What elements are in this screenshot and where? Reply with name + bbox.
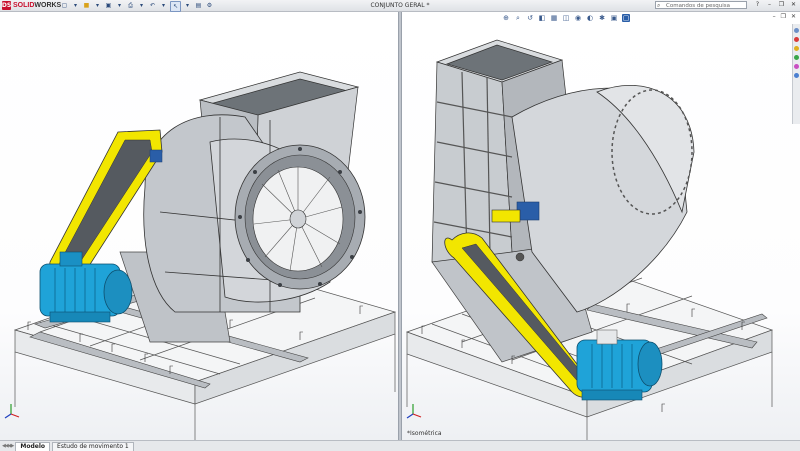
minimize-icon[interactable]: – xyxy=(766,1,773,8)
hide-show-icon[interactable]: ◐ xyxy=(586,14,594,22)
title-bar: DS SOLIDWORKS ▢ ▾ ■ ▾ ▣ ▾ ⎙ ▾ ↶ ▾ ↖ ▾ ▤ … xyxy=(0,0,800,12)
viewport-close-icon[interactable]: ✕ xyxy=(791,13,796,20)
heads-up-view-toolbar: ⊕ ⌕ ↺ ◧ ▦ ◫ ◉ ◐ ✱ ▣ ▢ xyxy=(502,14,630,22)
graphics-area-left[interactable] xyxy=(0,12,398,440)
graphics-area-right[interactable]: ⊕ ⌕ ↺ ◧ ▦ ◫ ◉ ◐ ✱ ▣ ▢ – ❐ ✕ *Isométrica xyxy=(402,12,800,440)
appearances-icon[interactable] xyxy=(794,64,799,69)
reference-triad-right xyxy=(406,404,422,419)
view-settings-icon[interactable]: ▢ xyxy=(622,14,630,22)
viewport-window-controls: – ❐ ✕ xyxy=(773,13,796,20)
design-library-icon[interactable] xyxy=(794,37,799,42)
custom-properties-icon[interactable] xyxy=(794,73,799,78)
inlet-cone xyxy=(234,144,366,290)
file-explorer-icon[interactable] xyxy=(794,46,799,51)
zoom-fit-icon[interactable]: ⊕ xyxy=(502,14,510,22)
bearing-housing xyxy=(149,149,163,163)
view-palette-icon[interactable] xyxy=(794,55,799,60)
reference-triad-left xyxy=(4,404,20,419)
scene-icon[interactable]: ▣ xyxy=(610,14,618,22)
task-pane-tabs xyxy=(792,24,800,124)
search-placeholder: Comandos de pesquisa xyxy=(666,3,730,9)
viewport-minimize-icon[interactable]: – xyxy=(773,13,776,20)
bottom-tab-bar: ◀◀◀▶ Modelo Estudo de movimento 1 xyxy=(0,440,800,451)
previous-view-icon[interactable]: ↺ xyxy=(526,14,534,22)
edit-appearance-icon[interactable]: ✱ xyxy=(598,14,606,22)
viewport-restore-icon[interactable]: ❐ xyxy=(781,13,786,20)
tab-model[interactable]: Modelo xyxy=(15,441,51,451)
close-icon[interactable]: ✕ xyxy=(790,1,797,8)
search-commands-input[interactable]: ⌕ Comandos de pesquisa xyxy=(655,1,747,9)
zoom-area-icon[interactable]: ⌕ xyxy=(514,14,522,22)
tab-scroll-arrows-icon[interactable]: ◀◀◀▶ xyxy=(2,443,14,449)
display-style-icon[interactable]: ◉ xyxy=(574,14,582,22)
window-controls: ? – ❐ ✕ xyxy=(754,1,797,8)
view-orientation-label: *Isométrica xyxy=(407,430,442,437)
fan-assembly-model-right[interactable] xyxy=(402,12,800,440)
tab-motion-study-1[interactable]: Estudo de movimento 1 xyxy=(52,441,134,451)
restore-icon[interactable]: ❐ xyxy=(778,1,785,8)
shaft-hole xyxy=(515,252,525,262)
fan-assembly-model-left[interactable] xyxy=(0,12,398,440)
section-view-icon[interactable]: ◧ xyxy=(538,14,546,22)
view-orientation-icon[interactable]: ◫ xyxy=(562,14,570,22)
help-icon[interactable]: ? xyxy=(754,1,761,8)
dynamic-annotation-icon[interactable]: ▦ xyxy=(550,14,558,22)
search-icon: ⌕ xyxy=(657,2,661,9)
home-icon[interactable] xyxy=(794,28,799,33)
